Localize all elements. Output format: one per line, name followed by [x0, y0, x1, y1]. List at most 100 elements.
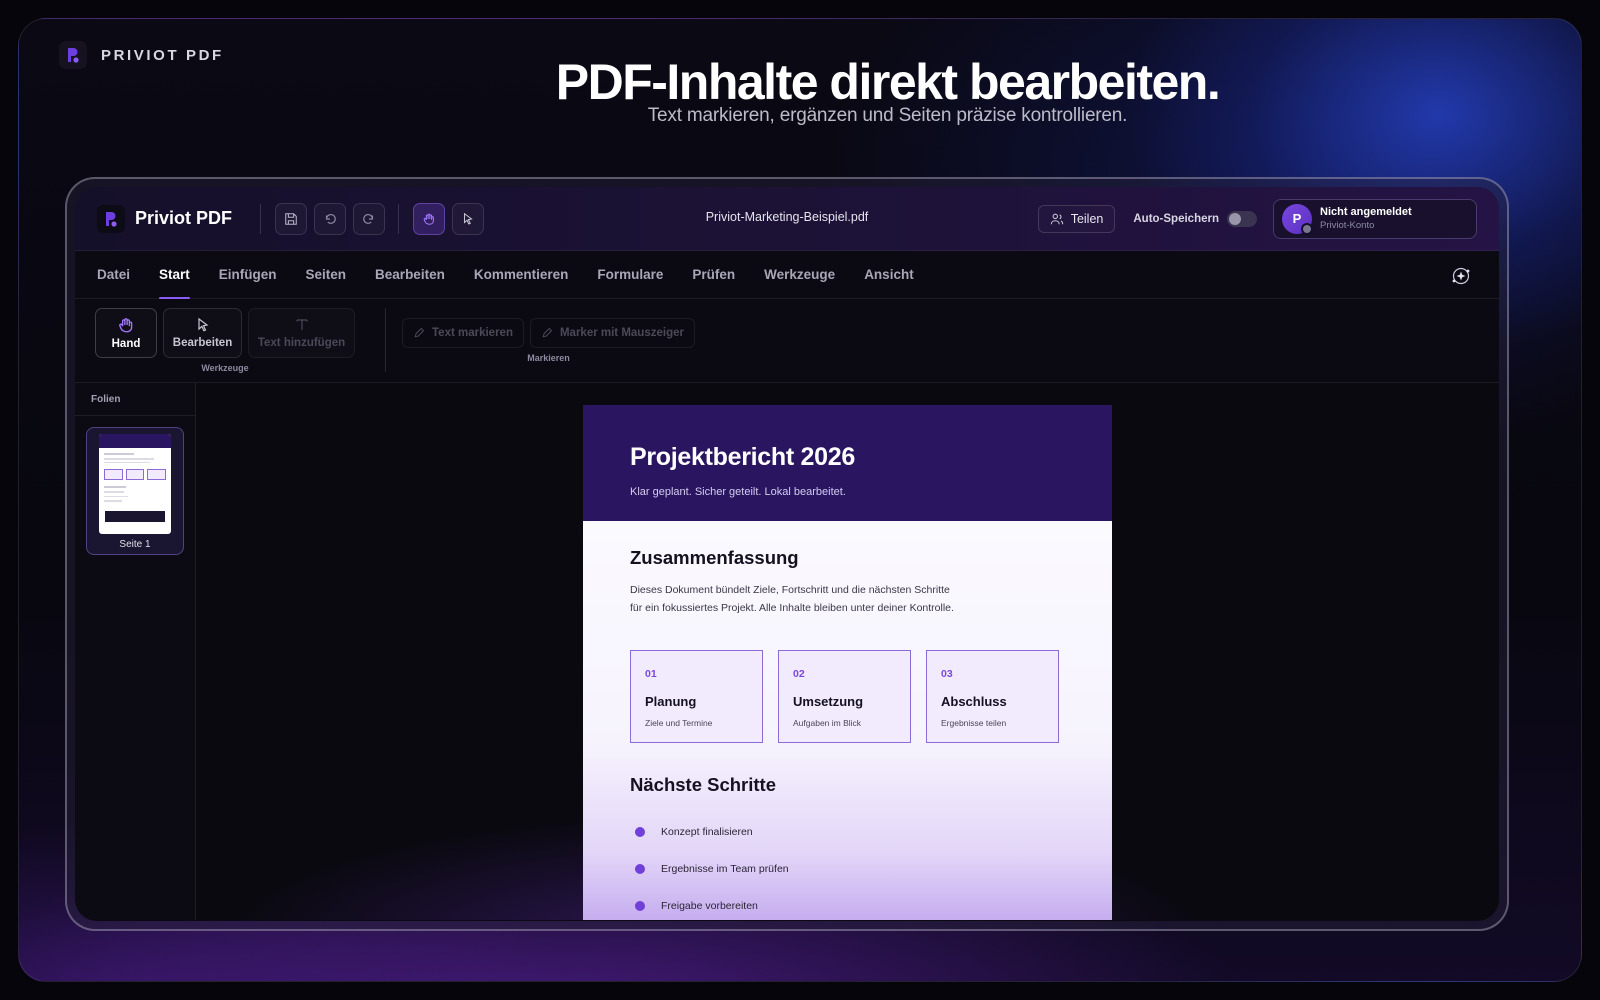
list-item: Konzept finalisieren: [630, 813, 1065, 850]
select-tool-button[interactable]: [452, 202, 485, 235]
menu-datei[interactable]: Datei: [97, 251, 130, 299]
card-subtitle: Aufgaben im Blick: [793, 718, 862, 728]
save-button[interactable]: [275, 202, 308, 235]
card-number: 02: [793, 668, 805, 680]
share-button[interactable]: Teilen: [1037, 204, 1116, 233]
toolbar-divider: [398, 203, 400, 234]
next-steps-list: Konzept finalisieren Ergebnisse im Team …: [630, 813, 1065, 920]
autosave-toggle[interactable]: [1227, 210, 1257, 227]
summary-line: Dieses Dokument bündelt Ziele, Fortschri…: [630, 584, 950, 596]
toolbar-divider: [260, 203, 262, 234]
ai-assistant-button[interactable]: [1449, 264, 1473, 288]
pdf-title: Projektbericht 2026: [630, 443, 855, 471]
menu-werkzeuge[interactable]: Werkzeuge: [764, 251, 835, 299]
bullet-dot: [635, 826, 645, 837]
step-text: Konzept finalisieren: [661, 825, 753, 838]
summary-line: für ein fokussiertes Projekt. Alle Inhal…: [630, 602, 954, 614]
hero-subtitle: Text markieren, ergänzen und Seiten präz…: [647, 105, 1128, 126]
ribbon-group-mark: Text markieren Marker mit Mauszeiger Mar…: [402, 308, 695, 382]
edit-label: Bearbeiten: [172, 337, 233, 349]
document-filename: Priviot-Marketing-Beispiel.pdf: [705, 210, 869, 224]
add-text-button[interactable]: Text hinzufügen: [248, 308, 355, 358]
redo-icon: [363, 213, 374, 224]
undo-button[interactable]: [314, 202, 347, 235]
card-number: 01: [645, 668, 657, 680]
autosave-label: Auto-Speichern: [1133, 212, 1219, 225]
account-text: Nicht angemeldet Priviot-Konto: [1320, 206, 1412, 231]
hand-tool-ribbon-button[interactable]: Hand: [95, 308, 157, 358]
account-subtitle: Priviot-Konto: [1320, 220, 1375, 231]
sidebar-title: Folien: [75, 383, 195, 416]
app-logo-icon: [97, 204, 125, 233]
topbar-actions: Teilen Auto-Speichern P Nicht angemeldet…: [1037, 198, 1477, 239]
menu-pruefen[interactable]: Prüfen: [692, 251, 735, 299]
page-thumbnail-preview: [99, 434, 171, 534]
step-text: Ergebnisse im Team prüfen: [661, 862, 789, 875]
menu-formulare[interactable]: Formulare: [597, 251, 663, 299]
text-icon: [295, 319, 308, 330]
mark-group-label: Markieren: [527, 353, 570, 363]
summary-heading: Zusammenfassung: [630, 547, 799, 568]
highlight-text-label: Text markieren: [432, 327, 513, 339]
share-label: Teilen: [1070, 211, 1104, 226]
users-icon: [1050, 213, 1063, 224]
workspace: Folien Seite 1 Projektbericht 2026 Klar …: [75, 383, 1499, 920]
menu-einfuegen[interactable]: Einfügen: [219, 251, 277, 299]
marker-cursor-button[interactable]: Marker mit Mauszeiger: [529, 318, 695, 348]
marketing-frame: PRIVIOT PDF PDF-Inhalte direkt bearbeite…: [18, 18, 1582, 982]
pen-icon: [414, 327, 425, 338]
add-text-label: Text hinzufügen: [257, 337, 346, 349]
sparkle-orbit-icon: [1452, 267, 1470, 285]
phase-cards: 01 Planung Ziele und Termine 02 Umsetzun…: [630, 650, 1065, 743]
device-mockup: Priviot PDF Priviot-Marketing-Beispiel.p…: [65, 177, 1509, 931]
hand-tool-button[interactable]: [413, 202, 446, 235]
ribbon-toolbar: Hand Bearbeiten Text hinzufügen Werkzeug…: [75, 299, 1499, 383]
pdf-page[interactable]: Projektbericht 2026 Klar geplant. Sicher…: [583, 405, 1112, 920]
highlight-text-button[interactable]: Text markieren: [402, 318, 524, 348]
menu-bar: Datei Start Einfügen Seiten Bearbeiten K…: [75, 251, 1499, 299]
app-name: Priviot PDF: [135, 208, 233, 228]
marker-cursor-label: Marker mit Mauszeiger: [559, 327, 684, 339]
ribbon-group-tools: Hand Bearbeiten Text hinzufügen Werkzeug…: [95, 308, 355, 382]
account-button[interactable]: P Nicht angemeldet Priviot-Konto: [1273, 198, 1477, 239]
card-number: 03: [941, 668, 953, 680]
hand-label: Hand: [111, 338, 141, 350]
menu-ansicht[interactable]: Ansicht: [864, 251, 914, 299]
hero-title: PDF-Inhalte direkt bearbeiten.: [555, 54, 1221, 110]
menu-kommentieren[interactable]: Kommentieren: [474, 251, 569, 299]
pages-sidebar: Folien Seite 1: [75, 383, 196, 920]
menu-start[interactable]: Start: [159, 251, 190, 299]
list-item: Ergebnisse im Team prüfen: [630, 850, 1065, 887]
next-steps-heading: Nächste Schritte: [630, 774, 776, 795]
app-window: Priviot PDF Priviot-Marketing-Beispiel.p…: [75, 187, 1499, 921]
card-subtitle: Ziele und Termine: [645, 718, 713, 728]
page-thumbnail-label: Seite 1: [119, 539, 151, 550]
page-thumbnail[interactable]: Seite 1: [86, 427, 184, 555]
edit-tool-button[interactable]: Bearbeiten: [163, 308, 242, 358]
card-title: Abschluss: [941, 694, 1007, 709]
tools-group-label: Werkzeuge: [201, 363, 249, 373]
hand-icon: [423, 213, 434, 225]
cursor-icon: [197, 317, 208, 332]
phase-card: 01 Planung Ziele und Termine: [630, 650, 763, 743]
redo-button[interactable]: [353, 202, 386, 235]
bullet-dot: [635, 863, 645, 874]
pen-icon: [542, 327, 553, 338]
card-title: Planung: [645, 694, 697, 709]
undo-icon: [325, 213, 336, 224]
menu-bearbeiten[interactable]: Bearbeiten: [375, 251, 445, 299]
avatar: P: [1282, 203, 1313, 235]
card-subtitle: Ergebnisse teilen: [941, 718, 1007, 728]
ribbon-divider: [385, 308, 386, 372]
step-text: Freigabe vorbereiten: [661, 899, 758, 912]
pdf-body: Zusammenfassung Dieses Dokument bündelt …: [583, 521, 1112, 920]
hand-icon: [119, 318, 133, 333]
pdf-header: Projektbericht 2026 Klar geplant. Sicher…: [583, 405, 1112, 521]
account-name: Nicht angemeldet: [1320, 206, 1412, 218]
list-item: Freigabe vorbereiten: [630, 887, 1065, 920]
cursor-icon: [463, 212, 473, 225]
bullet-dot: [635, 900, 645, 911]
menu-seiten[interactable]: Seiten: [306, 251, 347, 299]
document-canvas[interactable]: Projektbericht 2026 Klar geplant. Sicher…: [196, 383, 1499, 920]
phase-card: 02 Umsetzung Aufgaben im Blick: [778, 650, 911, 743]
